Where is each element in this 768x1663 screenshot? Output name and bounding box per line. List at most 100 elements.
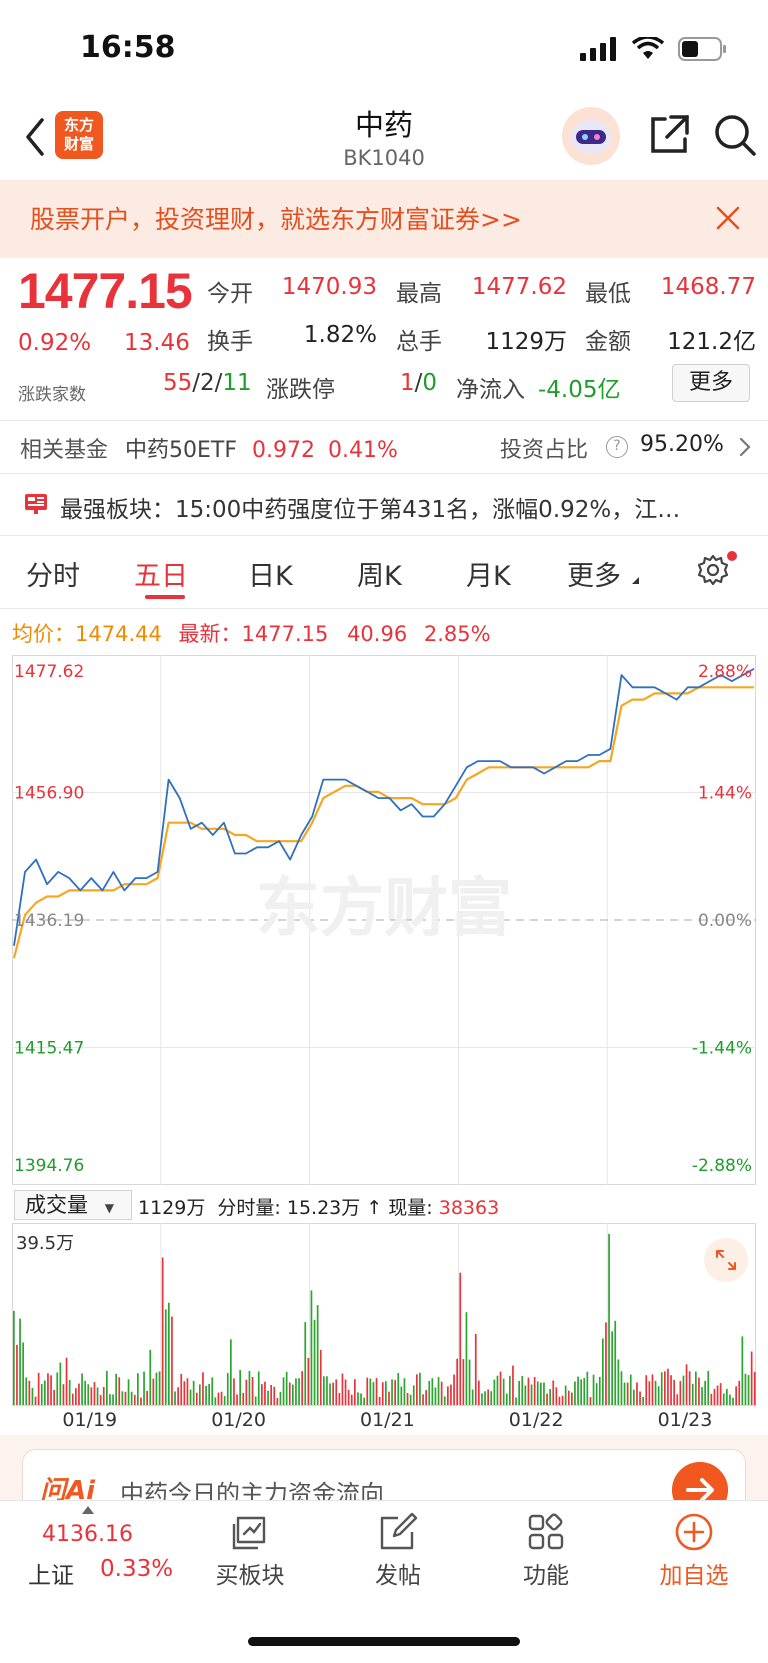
strongest-sector-text[interactable]: 最强板块：15:00中药强度位于第431名，涨幅0.92%，江… xyxy=(60,490,680,524)
volume-bar xyxy=(211,1377,214,1405)
volume-bar xyxy=(502,1378,505,1405)
volume-bar xyxy=(310,1290,313,1405)
volume-bar xyxy=(744,1373,747,1405)
volume-bar xyxy=(468,1359,471,1405)
promo-banner-text[interactable]: 股票开户，投资理财，就选东方财富证券>> xyxy=(30,200,522,236)
volume-bar xyxy=(378,1396,381,1405)
help-icon[interactable]: ? xyxy=(606,436,628,458)
volume-bar xyxy=(505,1393,508,1405)
volume-bar xyxy=(208,1383,210,1405)
volume-bar xyxy=(109,1394,111,1405)
high-label: 最高 xyxy=(396,281,442,307)
volume-bar xyxy=(75,1388,77,1405)
buy-sector-label[interactable]: 买板块 xyxy=(190,1556,310,1590)
tab-daily-k[interactable]: 日K xyxy=(248,554,293,593)
volume-bar xyxy=(512,1365,514,1405)
volume-bar xyxy=(409,1394,412,1405)
volume-bar xyxy=(217,1392,220,1405)
volume-indicator-select[interactable]: 成交量 ▼ xyxy=(14,1190,132,1220)
more-button[interactable]: 更多 xyxy=(672,364,750,402)
volume-bar xyxy=(186,1378,189,1405)
volume-bar xyxy=(40,1384,43,1405)
chevron-right-icon[interactable] xyxy=(738,436,752,458)
volume-bar xyxy=(524,1385,527,1405)
volume-bar xyxy=(152,1378,155,1405)
latest-change: 40.96 xyxy=(347,622,408,646)
functions-icon[interactable] xyxy=(524,1510,568,1554)
volume-bar xyxy=(654,1380,657,1405)
status-time: 16:58 xyxy=(80,30,176,65)
share-icon[interactable] xyxy=(647,113,691,157)
add-watchlist-label[interactable]: 加自选 xyxy=(634,1556,754,1590)
y-axis-price-label: 1436.19 xyxy=(14,911,84,931)
volume-bar xyxy=(561,1395,564,1405)
tab-monthly-k[interactable]: 月K xyxy=(466,554,511,593)
tab-intraday[interactable]: 分时 xyxy=(26,554,80,593)
open-label: 今开 xyxy=(207,281,253,307)
post-label[interactable]: 发帖 xyxy=(338,1556,458,1590)
volume-bar xyxy=(56,1372,59,1405)
index-value[interactable]: 4136.16 xyxy=(42,1522,133,1547)
volume-bar xyxy=(335,1379,338,1405)
tab-weekly-k[interactable]: 周K xyxy=(357,554,402,593)
gear-icon[interactable] xyxy=(696,553,730,587)
buy-sector-icon[interactable] xyxy=(228,1510,272,1554)
wifi-icon xyxy=(632,37,664,59)
volume-bar xyxy=(753,1372,756,1405)
volume-bar xyxy=(288,1382,291,1405)
add-watchlist-icon[interactable] xyxy=(672,1510,716,1554)
volume-bar xyxy=(220,1391,223,1405)
volume-bar xyxy=(298,1378,300,1405)
volume-bar xyxy=(233,1378,235,1405)
low-label: 最低 xyxy=(585,281,631,307)
volume-bar xyxy=(236,1394,238,1405)
volume-bar xyxy=(304,1322,307,1405)
volume-bar xyxy=(332,1382,334,1405)
volume-bar xyxy=(453,1374,455,1405)
volume-bar xyxy=(670,1375,672,1405)
investment-ratio-label: 投资占比 xyxy=(500,438,589,463)
post-icon[interactable] xyxy=(376,1510,420,1554)
functions-label[interactable]: 功能 xyxy=(486,1556,606,1590)
tab-five-day[interactable]: 五日 xyxy=(134,554,188,593)
volume-bar xyxy=(149,1349,152,1405)
volume-bar xyxy=(102,1387,105,1405)
volume-bar xyxy=(84,1380,86,1405)
five-day-price-chart[interactable]: 东方财富 1477.62 2.88% 1456.90 1.44% 1436.19 0.00… xyxy=(12,655,756,1185)
volume-chart[interactable]: 39.5万 xyxy=(12,1223,756,1406)
home-indicator xyxy=(248,1637,520,1646)
volume-bar xyxy=(695,1371,697,1405)
volume-bar xyxy=(688,1371,691,1405)
volume-bar xyxy=(660,1372,663,1405)
search-icon[interactable] xyxy=(712,112,758,158)
volume-bar xyxy=(518,1381,520,1405)
robot-assistant-icon[interactable] xyxy=(562,107,620,165)
y-axis-pct-label: -2.88% xyxy=(692,1156,752,1176)
related-fund-row[interactable]: 相关基金 中药50ETF 0.972 0.41% xyxy=(20,432,398,464)
related-fund-label: 相关基金 xyxy=(20,438,109,463)
y-axis-price-label: 1456.90 xyxy=(14,784,84,804)
volume-bar xyxy=(34,1396,37,1405)
limit-label: 涨跌停 xyxy=(266,377,335,403)
volume-bar xyxy=(168,1302,170,1405)
y-axis-pct-label: 2.88% xyxy=(698,662,752,682)
volume-bar xyxy=(499,1371,502,1405)
volume-bar xyxy=(47,1373,49,1405)
volume-bar xyxy=(44,1380,46,1405)
index-pct[interactable]: 0.33% xyxy=(100,1556,173,1582)
volume-bar xyxy=(223,1396,226,1405)
volume-bar xyxy=(698,1377,700,1405)
x-axis-date-label: 01/22 xyxy=(508,1409,564,1431)
volume-bar xyxy=(633,1389,635,1405)
tab-more[interactable]: 更多 xyxy=(567,554,640,593)
expand-icon[interactable] xyxy=(704,1238,748,1282)
volume-bar xyxy=(673,1379,675,1405)
close-icon[interactable] xyxy=(714,204,742,232)
fund-name[interactable]: 中药50ETF xyxy=(125,438,237,463)
index-name[interactable]: 上证 xyxy=(28,1556,74,1590)
volume-bar xyxy=(580,1379,582,1405)
y-axis-price-label: 1415.47 xyxy=(14,1039,84,1059)
volume-bar xyxy=(419,1372,421,1405)
volume-bar xyxy=(65,1357,68,1405)
volume-bar xyxy=(735,1386,737,1405)
